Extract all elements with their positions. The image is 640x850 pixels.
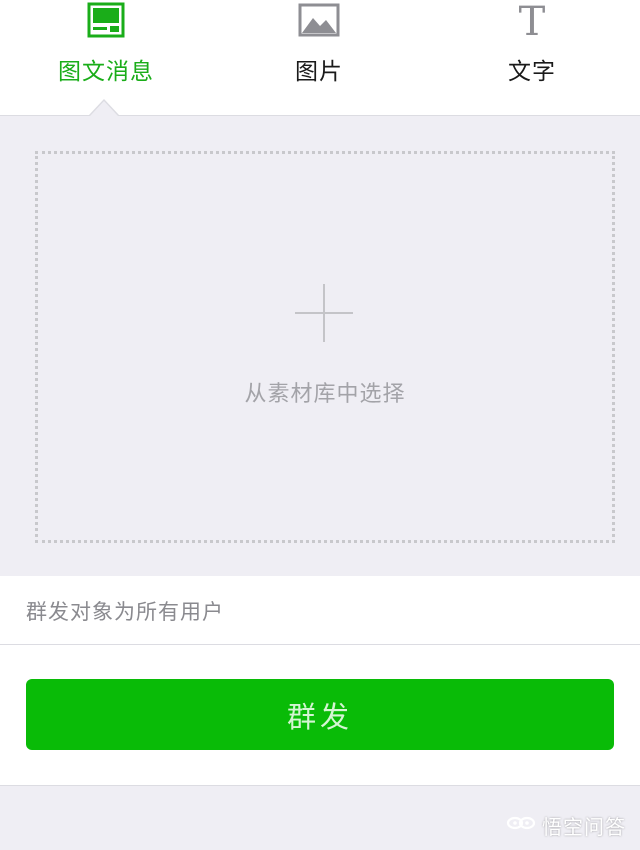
news-article-icon [87,2,125,42]
send-button-area: 群发 [0,645,640,786]
text-icon: T [518,0,546,45]
active-tab-pointer [90,101,118,116]
recipient-label: 群发对象为所有用户 [26,600,224,624]
recipient-row[interactable]: 群发对象为所有用户 [0,576,640,645]
tab-label: 图文消息 [58,59,154,85]
mass-send-button[interactable]: 群发 [26,679,614,750]
tab-label: 图片 [295,59,343,85]
tab-text[interactable]: T 文字 [462,0,602,115]
tab-label: 文字 [508,59,556,85]
wukong-logo-icon [506,812,536,838]
select-from-library-label: 从素材库中选择 [244,382,406,407]
watermark: 悟空问答 [506,810,626,840]
select-from-library-area[interactable]: 从素材库中选择 [35,151,615,543]
watermark-text: 悟空问答 [542,814,626,839]
image-icon [298,2,340,42]
tab-news-article[interactable]: 图文消息 [36,0,176,115]
plus-icon [295,284,353,342]
tab-image[interactable]: 图片 [249,0,389,115]
